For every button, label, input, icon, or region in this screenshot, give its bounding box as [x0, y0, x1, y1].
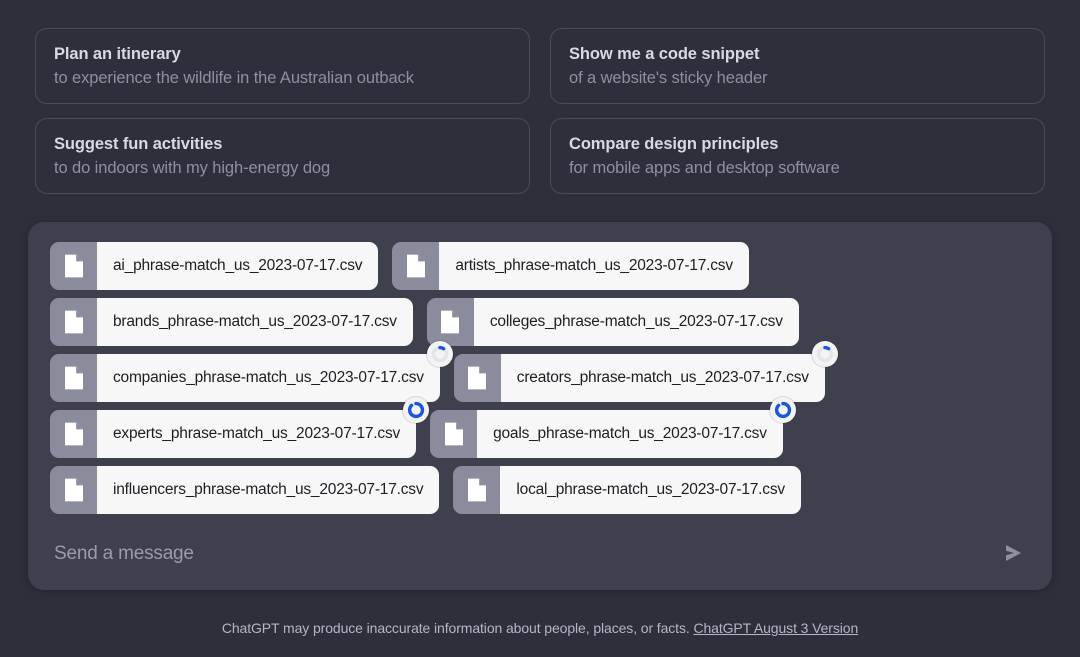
attachment-chip-inner: creators_phrase-match_us_2023-07-17.csv	[454, 354, 825, 402]
suggestion-subtitle: for mobile apps and desktop software	[569, 155, 1026, 181]
suggestion-title: Suggest fun activities	[54, 133, 511, 155]
file-icon	[430, 410, 477, 458]
suggestion-subtitle: to do indoors with my high-energy dog	[54, 155, 511, 181]
suggestion-card-3[interactable]: Compare design principles for mobile app…	[550, 118, 1045, 194]
suggestion-subtitle: to experience the wildlife in the Austra…	[54, 65, 511, 91]
file-icon	[427, 298, 474, 346]
attachment-filename: artists_phrase-match_us_2023-07-17.csv	[439, 242, 749, 290]
suggestion-subtitle: of a website's sticky header	[569, 65, 1026, 91]
suggestion-title: Show me a code snippet	[569, 43, 1026, 65]
file-icon	[392, 242, 439, 290]
send-button[interactable]	[996, 537, 1030, 571]
attachment-chip-inner: brands_phrase-match_us_2023-07-17.csv	[50, 298, 413, 346]
attachment-row: influencers_phrase-match_us_2023-07-17.c…	[50, 466, 1030, 514]
message-input-area	[28, 518, 1052, 590]
upload-progress-spinner-icon	[427, 341, 453, 367]
upload-progress-spinner-icon	[812, 341, 838, 367]
attachment-filename: influencers_phrase-match_us_2023-07-17.c…	[97, 466, 439, 514]
attachment-filename: companies_phrase-match_us_2023-07-17.csv	[97, 354, 440, 402]
attachment-filename: colleges_phrase-match_us_2023-07-17.csv	[474, 298, 799, 346]
attachment-row: companies_phrase-match_us_2023-07-17.csv…	[50, 354, 1030, 402]
attachment-row: experts_phrase-match_us_2023-07-17.csv go…	[50, 410, 1030, 458]
attachment-chip-inner: goals_phrase-match_us_2023-07-17.csv	[430, 410, 783, 458]
attachment-row: ai_phrase-match_us_2023-07-17.csv artists…	[50, 242, 1030, 290]
attachment-chip[interactable]: influencers_phrase-match_us_2023-07-17.c…	[50, 466, 439, 514]
attachment-chip[interactable]: local_phrase-match_us_2023-07-17.csv	[453, 466, 801, 514]
file-icon	[50, 354, 97, 402]
suggestion-card-0[interactable]: Plan an itinerary to experience the wild…	[35, 28, 530, 104]
attachment-chip[interactable]: companies_phrase-match_us_2023-07-17.csv	[50, 354, 440, 402]
file-icon	[454, 354, 501, 402]
file-icon	[50, 298, 97, 346]
attachment-chip[interactable]: ai_phrase-match_us_2023-07-17.csv	[50, 242, 378, 290]
footer-disclaimer: ChatGPT may produce inaccurate informati…	[222, 620, 690, 636]
attachment-chip-inner: companies_phrase-match_us_2023-07-17.csv	[50, 354, 440, 402]
file-icon	[453, 466, 500, 514]
attachment-chip-inner: experts_phrase-match_us_2023-07-17.csv	[50, 410, 416, 458]
attachment-chip-inner: colleges_phrase-match_us_2023-07-17.csv	[427, 298, 799, 346]
suggestion-cards: Plan an itinerary to experience the wild…	[35, 28, 1045, 194]
composer-panel: ai_phrase-match_us_2023-07-17.csv artists…	[28, 222, 1052, 590]
suggestion-title: Plan an itinerary	[54, 43, 511, 65]
message-input[interactable]	[50, 543, 996, 565]
attachment-chip-inner: ai_phrase-match_us_2023-07-17.csv	[50, 242, 378, 290]
attachment-chip[interactable]: artists_phrase-match_us_2023-07-17.csv	[392, 242, 749, 290]
version-link[interactable]: ChatGPT August 3 Version	[693, 620, 858, 636]
attachment-chip[interactable]: experts_phrase-match_us_2023-07-17.csv	[50, 410, 416, 458]
attachment-filename: brands_phrase-match_us_2023-07-17.csv	[97, 298, 413, 346]
attachment-chip-inner: local_phrase-match_us_2023-07-17.csv	[453, 466, 801, 514]
attachment-filename: ai_phrase-match_us_2023-07-17.csv	[97, 242, 378, 290]
upload-progress-spinner-icon	[403, 397, 429, 423]
file-icon	[50, 410, 97, 458]
chatgpt-screen: Plan an itinerary to experience the wild…	[0, 0, 1080, 657]
file-icon	[50, 242, 97, 290]
attachment-chip[interactable]: goals_phrase-match_us_2023-07-17.csv	[430, 410, 783, 458]
attachment-chip-inner: influencers_phrase-match_us_2023-07-17.c…	[50, 466, 439, 514]
file-icon	[50, 466, 97, 514]
suggestion-title: Compare design principles	[569, 133, 1026, 155]
attachment-list: ai_phrase-match_us_2023-07-17.csv artists…	[50, 242, 1030, 514]
attachment-filename: local_phrase-match_us_2023-07-17.csv	[500, 466, 801, 514]
footer: ChatGPT may produce inaccurate informati…	[0, 620, 1080, 636]
attachment-chip[interactable]: brands_phrase-match_us_2023-07-17.csv	[50, 298, 413, 346]
attachment-chip[interactable]: creators_phrase-match_us_2023-07-17.csv	[454, 354, 825, 402]
attachment-filename: goals_phrase-match_us_2023-07-17.csv	[477, 410, 783, 458]
attachment-filename: creators_phrase-match_us_2023-07-17.csv	[501, 354, 825, 402]
attachment-row: brands_phrase-match_us_2023-07-17.csv col…	[50, 298, 1030, 346]
attachment-filename: experts_phrase-match_us_2023-07-17.csv	[97, 410, 416, 458]
attachment-chip-inner: artists_phrase-match_us_2023-07-17.csv	[392, 242, 749, 290]
suggestion-card-2[interactable]: Suggest fun activities to do indoors wit…	[35, 118, 530, 194]
send-icon	[1002, 542, 1024, 567]
suggestion-card-1[interactable]: Show me a code snippet of a website's st…	[550, 28, 1045, 104]
upload-progress-spinner-icon	[770, 397, 796, 423]
attachment-chip[interactable]: colleges_phrase-match_us_2023-07-17.csv	[427, 298, 799, 346]
